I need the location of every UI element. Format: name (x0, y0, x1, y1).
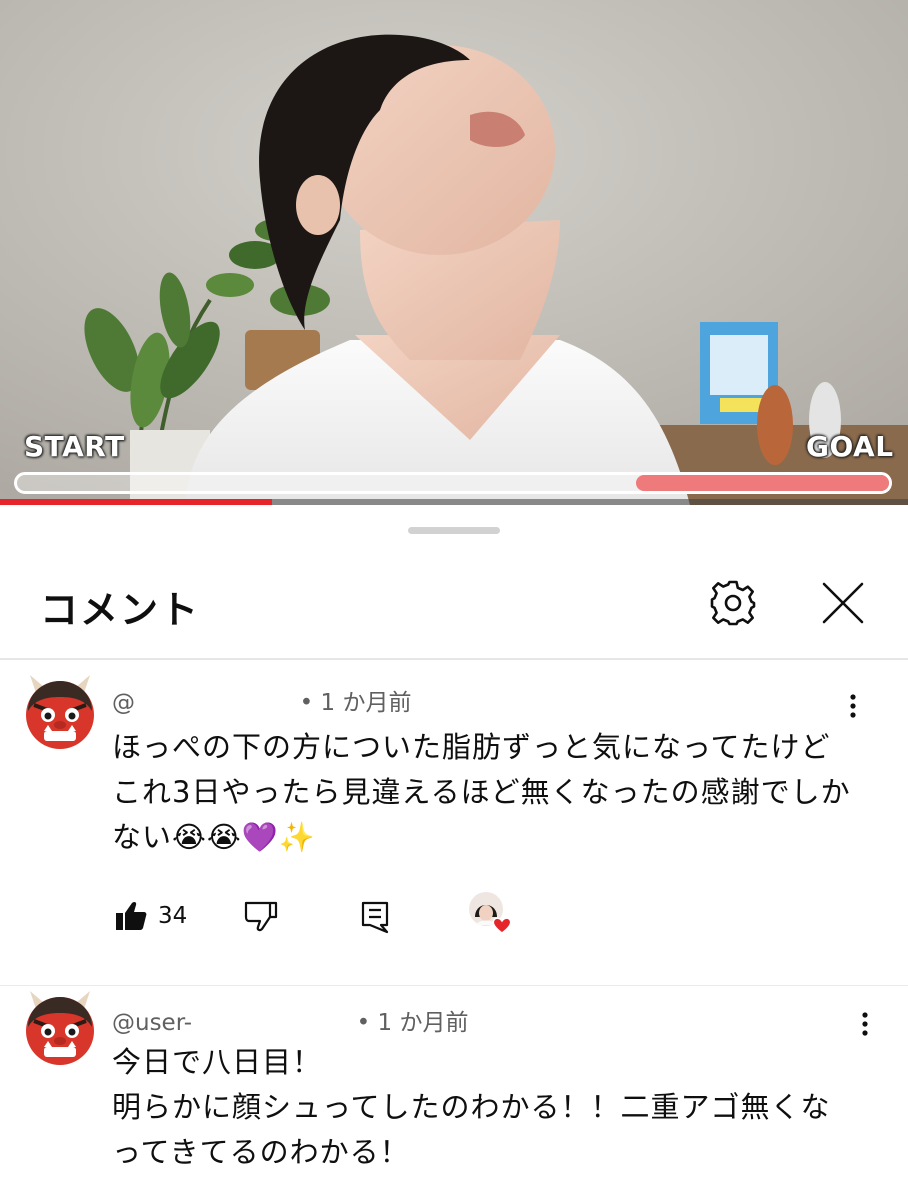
gear-icon (710, 580, 756, 626)
like-count: 34 (158, 903, 188, 929)
vertical-dots-icon (862, 1012, 868, 1036)
vertical-dots-icon (850, 694, 856, 718)
comment-text: 今日で八日目！ 明らかに顔シュってしたのわかる！！二重アゴ無くな ってきてるのわ… (112, 1040, 852, 1175)
thumbs-up-icon (116, 901, 147, 930)
drag-handle[interactable] (408, 527, 500, 534)
exercise-progress-fill (636, 475, 889, 491)
close-button[interactable] (818, 578, 868, 628)
ogre-emoji-icon[interactable] (20, 671, 100, 751)
start-label: START (24, 430, 125, 463)
reply-icon (361, 901, 389, 934)
comment-author[interactable]: @user- (112, 1010, 192, 1036)
creator-heart-icon (469, 892, 512, 934)
comment-divider (0, 985, 908, 986)
close-icon (822, 582, 864, 624)
video-frame (0, 0, 908, 505)
comment-author[interactable]: @ (112, 690, 135, 716)
video-player[interactable]: START GOAL (0, 0, 908, 505)
comment-text-line: 今日で八日目！ (112, 1045, 323, 1079)
panel-title: コメント (40, 588, 201, 632)
comment-meta: @ • 1 か月前 (112, 683, 411, 717)
comment-timestamp: • 1 か月前 (356, 1010, 469, 1036)
more-options-button[interactable] (843, 691, 863, 725)
comments-panel: コメント @ • 1 か月前 ほっぺの下の方についた脂肪ずっと気になってたけどこ… (0, 505, 908, 1200)
header-divider (0, 658, 908, 660)
exercise-progress-bar (14, 472, 892, 494)
comment-item: @user- • 1 か月前 今日で八日目！ 明らかに顔シュってしたのわかる！！… (0, 987, 908, 1200)
creator-heart-badge (466, 889, 516, 939)
thumbs-down-icon (244, 901, 278, 932)
comment-actions: 34 (112, 892, 532, 947)
more-options-button[interactable] (855, 1009, 875, 1043)
settings-button[interactable] (708, 578, 758, 628)
ogre-emoji-icon[interactable] (20, 987, 100, 1067)
comment-text-line: ってきてるのわかる！ (112, 1135, 410, 1169)
reply-button[interactable] (356, 897, 396, 937)
goal-label: GOAL (806, 430, 894, 463)
like-button[interactable] (112, 897, 152, 937)
dislike-button[interactable] (240, 897, 280, 937)
comment-timestamp: • 1 か月前 (299, 690, 412, 716)
comment-text: ほっぺの下の方についた脂肪ずっと気になってたけどこれ3日やったら見違えるほど無く… (112, 730, 851, 854)
comment-item: @ • 1 か月前 ほっぺの下の方についた脂肪ずっと気になってたけどこれ3日やっ… (0, 663, 908, 993)
comment-text-line: 明らかに顔シュってしたのわかる！！二重アゴ無くな (112, 1090, 831, 1124)
comment-meta: @user- • 1 か月前 (112, 1003, 468, 1037)
